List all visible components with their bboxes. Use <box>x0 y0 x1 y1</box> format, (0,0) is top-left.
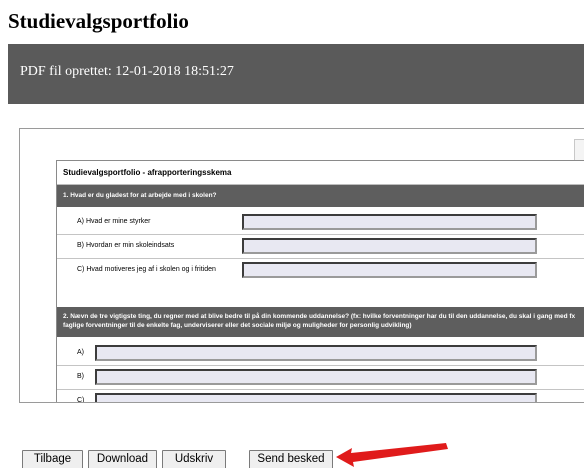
download-button[interactable]: Download <box>88 450 157 468</box>
question-1-text: 1. Hvad er du gladest for at arbejde med… <box>63 192 217 199</box>
q2-row-a: A) <box>57 341 584 365</box>
q1-row-c: C) Hvad motiveres jeg af i skolen og i f… <box>57 258 584 282</box>
q2-row-a-label: A) <box>77 349 84 356</box>
q1-field-c[interactable] <box>242 262 537 278</box>
q1-field-b[interactable] <box>242 238 537 254</box>
print-button[interactable]: Udskriv <box>162 450 226 468</box>
red-arrow-icon <box>336 443 448 467</box>
pdf-created-label: PDF fil oprettet: 12-01-2018 18:51:27 <box>20 64 234 79</box>
q2-row-b: B) <box>57 365 584 389</box>
q2-field-c[interactable] <box>95 393 537 402</box>
header-band: PDF fil oprettet: 12-01-2018 18:51:27 <box>8 44 584 104</box>
page-title: Studievalgsportfolio <box>8 9 189 33</box>
question-2-header: 2. Nævn de tre vigtigste ting, du regner… <box>57 307 584 337</box>
form-title: Studievalgsportfolio - afrapporteringssk… <box>63 168 232 177</box>
q1-row-b-label: B) Hvordan er min skoleindsats <box>77 242 175 249</box>
send-message-button[interactable]: Send besked <box>249 450 333 468</box>
q2-row-b-label: B) <box>77 373 84 380</box>
q1-row-a-label: A) Hvad er mine styrker <box>77 218 151 225</box>
back-button[interactable]: Tilbage <box>22 450 83 468</box>
report-form: Studievalgsportfolio - afrapporteringssk… <box>56 160 584 403</box>
q2-field-a[interactable] <box>95 345 537 361</box>
question-2-text: 2. Nævn de tre vigtigste ting, du regner… <box>63 313 350 320</box>
pdf-viewer[interactable]: Studievalgsportfolio - afrapporteringssk… <box>19 128 584 403</box>
q2-row-c-label: C) <box>77 397 85 403</box>
q2-field-b[interactable] <box>95 369 537 385</box>
q1-row-c-label: C) Hvad motiveres jeg af i skolen og i f… <box>77 266 216 273</box>
q1-row-b: B) Hvordan er min skoleindsats <box>57 234 584 258</box>
q1-field-a[interactable] <box>242 214 537 230</box>
form-title-bar: Studievalgsportfolio - afrapporteringssk… <box>57 161 584 185</box>
q1-row-a: A) Hvad er mine styrker <box>57 210 584 234</box>
q2-row-c: C) <box>57 389 584 403</box>
question-1-header: 1. Hvad er du gladest for at arbejde med… <box>57 185 584 207</box>
question-2-content: 2. Nævn de tre vigtigste ting, du regner… <box>63 312 581 330</box>
